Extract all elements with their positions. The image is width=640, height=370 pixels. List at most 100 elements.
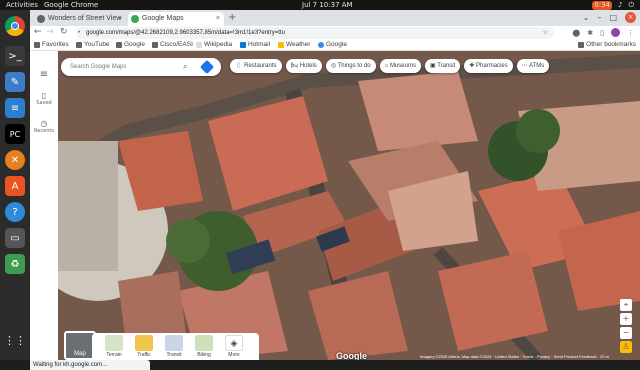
tab-title: Google Maps xyxy=(142,15,184,22)
compass-icon[interactable]: ⌖ xyxy=(620,299,632,311)
activities-button[interactable]: Activities xyxy=(6,1,38,9)
terrain-thumb-icon xyxy=(105,335,123,351)
site-info-icon[interactable]: • xyxy=(78,27,80,39)
maximize-icon[interactable]: □ xyxy=(609,13,617,22)
other-bookmarks[interactable]: Other bookmarks xyxy=(578,41,636,48)
url-text: google.com/maps/@42.2682109,2.9603357,85… xyxy=(86,30,285,36)
pharmacy-icon: ✚ xyxy=(469,63,477,69)
bookmark-weather[interactable]: Weather xyxy=(278,41,310,48)
satellite-map[interactable] xyxy=(58,51,640,360)
chip-label: Transit xyxy=(437,63,456,69)
chip-label: Museums xyxy=(389,63,416,69)
bookmark-google-folder[interactable]: Google xyxy=(116,41,145,48)
layer-terrain[interactable]: Terrain xyxy=(102,335,126,358)
bookmark-wikipedia[interactable]: Wikipedia xyxy=(196,41,232,48)
bookmark-label: Cisco/EASI xyxy=(160,41,193,48)
close-window-icon[interactable]: × xyxy=(625,12,636,23)
address-bar[interactable]: • google.com/maps/@42.2682109,2.9603357,… xyxy=(76,27,554,39)
layer-transit[interactable]: Transit xyxy=(162,335,186,358)
reload-icon[interactable]: ↻ xyxy=(60,27,68,37)
bookmark-youtube[interactable]: YouTube xyxy=(76,41,110,48)
document-icon[interactable]: ≡ xyxy=(5,98,25,118)
tab-strip: Wonders of Street View × Google Maps × +… xyxy=(30,10,640,26)
close-tab-icon[interactable]: × xyxy=(216,12,220,26)
profile-avatar[interactable] xyxy=(611,28,620,37)
new-tab-button[interactable]: + xyxy=(228,12,236,23)
pycharm-icon[interactable]: PC xyxy=(5,124,25,144)
sidebar-icon[interactable]: ▯ xyxy=(600,29,604,37)
biking-thumb-icon xyxy=(195,335,213,351)
bookmark-label: Favorites xyxy=(42,41,69,48)
saved-label: Saved xyxy=(36,100,52,106)
x-app-icon[interactable]: ✕ xyxy=(5,150,25,170)
show-apps-icon[interactable]: ⋮⋮ xyxy=(4,330,26,350)
folder-icon xyxy=(152,41,158,48)
terminal-icon[interactable]: >_ xyxy=(5,46,25,66)
more-icon: ⋯ xyxy=(521,63,530,69)
menu-icon[interactable]: ≡ xyxy=(30,69,58,80)
extension-icon[interactable]: ⬤ xyxy=(572,29,580,37)
zoom-in-button[interactable]: + xyxy=(620,313,632,325)
chip-restaurants[interactable]: 🍴 Restaurants xyxy=(230,59,282,73)
bookmark-google[interactable]: Google xyxy=(318,41,347,48)
tab-google-maps[interactable]: Google Maps × xyxy=(128,12,224,26)
browser-toolbar: ← → ↻ • google.com/maps/@42.2682109,2.96… xyxy=(30,26,640,40)
system-clock[interactable]: Jul 7 10:37 AM xyxy=(302,1,353,9)
active-app-label[interactable]: Google Chrome xyxy=(44,1,98,9)
search-input[interactable]: Search Google Maps xyxy=(70,64,126,70)
outlook-icon xyxy=(240,41,246,48)
chip-pharmacies[interactable]: ✚ Pharmacies xyxy=(464,59,513,73)
recents-button[interactable]: ◷ Recents xyxy=(30,119,58,134)
chip-transit[interactable]: ▣ Transit xyxy=(424,59,461,73)
layers-stack-icon: ◈ xyxy=(225,335,243,351)
back-icon[interactable]: ← xyxy=(34,27,42,37)
street-view-favicon-icon xyxy=(37,15,45,23)
tab-wonders-of-street-view[interactable]: Wonders of Street View × xyxy=(34,12,126,26)
text-editor-icon[interactable]: ✎ xyxy=(5,72,25,92)
folder-icon xyxy=(76,41,82,48)
bookmark-label: Weather xyxy=(286,41,311,48)
bookmark-star-icon[interactable]: ☆ xyxy=(543,27,548,39)
forward-icon[interactable]: → xyxy=(46,27,54,37)
bookmark-hotmail[interactable]: Hotmail xyxy=(240,41,270,48)
speaker-icon: ♪ xyxy=(617,1,623,9)
traffic-thumb-icon xyxy=(135,335,153,351)
tab-search-icon[interactable]: ⌄ xyxy=(583,13,590,22)
pegman-icon[interactable]: ♙ xyxy=(620,341,632,353)
help-icon[interactable]: ? xyxy=(5,202,25,222)
chip-atms[interactable]: ⋯ ATMs xyxy=(516,59,550,73)
chip-museums[interactable]: ⌂ Museums xyxy=(379,59,421,73)
browser-window: Wonders of Street View × Google Maps × +… xyxy=(30,10,640,370)
status-bubble: Waiting for kh.google.com... xyxy=(30,360,150,370)
bookmark-icon: ▯ xyxy=(41,91,47,100)
zoom-out-button[interactable]: − xyxy=(620,327,632,339)
layer-more[interactable]: ◈ More xyxy=(222,335,246,358)
trash-icon[interactable]: ♻ xyxy=(5,254,25,274)
chip-hotels[interactable]: 🛏 Hotels xyxy=(285,59,322,73)
category-chips: 🍴 Restaurants 🛏 Hotels ◎ Things to do ⌂ … xyxy=(230,59,550,73)
bed-icon: 🛏 xyxy=(290,63,300,69)
tab-title: Wonders of Street View xyxy=(48,15,122,22)
drive-icon[interactable]: ▭ xyxy=(5,228,25,248)
layer-label: Biking xyxy=(197,352,211,358)
layer-biking[interactable]: Biking xyxy=(192,335,216,358)
chip-things-to-do[interactable]: ◎ Things to do xyxy=(325,59,376,73)
menu-icon[interactable]: ⋮ xyxy=(627,29,634,37)
layer-traffic[interactable]: Traffic xyxy=(132,335,156,358)
bookmark-favorites[interactable]: Favorites xyxy=(34,41,69,48)
fork-knife-icon: 🍴 xyxy=(235,63,245,69)
directions-icon[interactable] xyxy=(199,59,215,75)
search-icon[interactable]: ⌕ xyxy=(183,58,187,76)
bookmark-cisco-easi[interactable]: Cisco/EASI xyxy=(152,41,193,48)
chip-label: ATMs xyxy=(529,63,545,69)
map-attribution: Imagery ©2025 Airbus, Map data ©2025 · U… xyxy=(420,354,610,359)
saved-button[interactable]: ▯ Saved xyxy=(30,91,58,106)
search-box[interactable]: Search Google Maps ⌕ xyxy=(61,58,221,76)
puzzle-icon[interactable]: ✱ xyxy=(587,29,593,37)
close-tab-icon[interactable]: × xyxy=(118,12,122,26)
system-tray[interactable]: 0:34 ♪ ⏻ xyxy=(592,1,634,10)
minimize-icon[interactable]: – xyxy=(597,13,601,22)
toolbar-icons: ⬤ ✱ ▯ ⋮ xyxy=(572,28,634,37)
software-center-icon[interactable]: A xyxy=(5,176,25,196)
chrome-icon[interactable] xyxy=(5,16,25,36)
